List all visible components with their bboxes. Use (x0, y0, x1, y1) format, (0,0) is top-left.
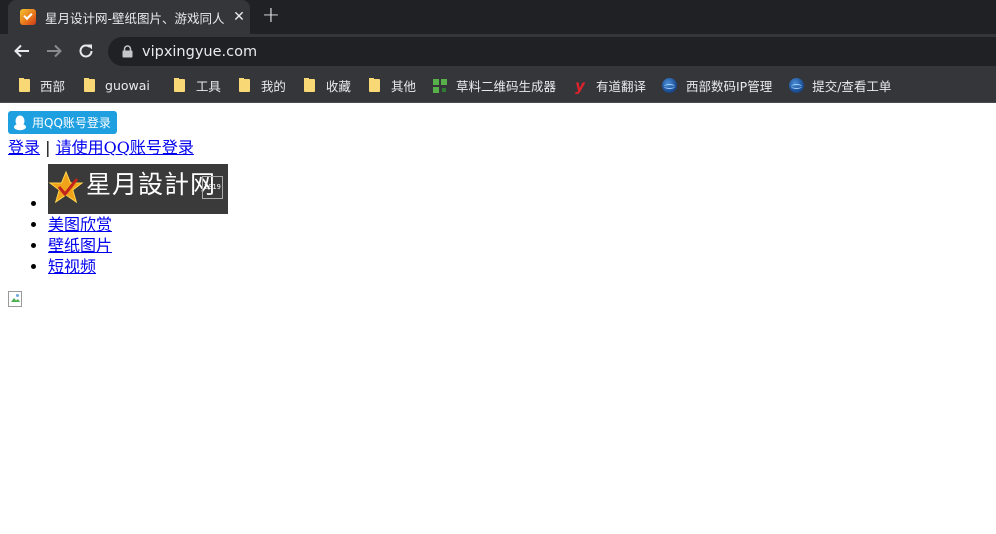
bookmark-label: 西部数码IP管理 (685, 79, 773, 94)
bookmarks-bar: 西部 guowai 工具 我的 收藏 其他 草料二维码生成器 y 有道翻译 西部… (0, 69, 996, 103)
bookmark-west-ip-manage[interactable]: 西部数码IP管理 (654, 73, 780, 99)
bookmark-label: 工具 (195, 79, 221, 94)
bookmark-folder-xibu[interactable]: 西部 (8, 73, 73, 99)
main-menu: 星月設計网 2019 美图欣赏 壁纸图片 短视频 (8, 163, 988, 277)
star-logo-icon (48, 170, 84, 203)
menu-link-wallpaper[interactable]: 壁纸图片 (48, 236, 112, 255)
folder-icon (367, 78, 383, 94)
close-tab-icon[interactable]: ✕ (231, 9, 247, 25)
site-logo[interactable]: 星月設計网 2019 (48, 163, 228, 214)
bookmark-ticket[interactable]: 提交/查看工单 (780, 73, 899, 99)
menu-item-logo: 星月設計网 2019 (48, 163, 988, 214)
bookmark-label: 西部 (40, 79, 66, 94)
login-link[interactable]: 登录 (8, 138, 40, 157)
bookmark-folder-favorites[interactable]: 收藏 (294, 73, 359, 99)
bookmark-folder-guowai[interactable]: guowai (73, 73, 158, 99)
tab-strip: 星月设计网-壁纸图片、游戏同人 ✕ + (0, 0, 996, 34)
lock-icon[interactable] (120, 45, 134, 59)
menu-link-short-video[interactable]: 短视频 (48, 257, 96, 276)
link-separator: | (45, 137, 51, 157)
forward-button[interactable] (42, 39, 66, 63)
globe-icon (662, 78, 678, 94)
active-tab[interactable]: 星月设计网-壁纸图片、游戏同人 ✕ (8, 0, 250, 34)
reload-icon (79, 44, 93, 58)
folder-icon (81, 78, 97, 94)
arrow-left-icon (14, 44, 29, 58)
back-button[interactable] (10, 39, 34, 63)
bookmark-folder-tools[interactable]: 工具 (164, 73, 229, 99)
qq-login-button-label: 用QQ账号登录 (32, 116, 111, 130)
new-tab-button[interactable]: + (259, 3, 283, 31)
bookmark-label: 提交/查看工单 (812, 79, 892, 94)
address-bar[interactable]: vipxingyue.com (108, 37, 996, 66)
globe-icon (788, 78, 804, 94)
bookmark-label: 我的 (260, 79, 286, 94)
url-text[interactable]: vipxingyue.com (142, 44, 257, 60)
qq-penguin-icon (12, 115, 28, 131)
menu-link-gallery[interactable]: 美图欣赏 (48, 215, 112, 234)
reload-button[interactable] (74, 39, 98, 63)
arrow-right-icon (47, 44, 62, 58)
logo-text: 星月設計网 (86, 169, 217, 199)
bookmark-label: 其他 (390, 79, 416, 94)
logo-year: 2019 (202, 175, 223, 199)
qr-code-icon (432, 78, 448, 94)
menu-item-gallery: 美图欣赏 (48, 214, 988, 235)
bookmark-qr-generator[interactable]: 草料二维码生成器 (424, 73, 564, 99)
broken-image-icon (8, 290, 24, 307)
bookmark-label: 草料二维码生成器 (455, 79, 556, 94)
menu-item-wallpaper: 壁纸图片 (48, 235, 988, 256)
bookmark-folder-mine[interactable]: 我的 (229, 73, 294, 99)
page-content: 用QQ账号登录 登录 | 请使用QQ账号登录 星月設計网 2019 美图欣赏 壁… (0, 103, 996, 315)
bookmark-youdao-translate[interactable]: y 有道翻译 (564, 73, 654, 99)
menu-item-short-video: 短视频 (48, 256, 988, 277)
folder-icon (172, 78, 188, 94)
site-favicon-icon (20, 9, 36, 25)
bookmark-label: guowai (105, 78, 150, 93)
bookmark-label: 有道翻译 (595, 79, 646, 94)
qq-login-button[interactable]: 用QQ账号登录 (8, 111, 117, 134)
bookmark-folder-other[interactable]: 其他 (359, 73, 424, 99)
login-links: 登录 | 请使用QQ账号登录 (8, 137, 988, 158)
tab-title: 星月设计网-壁纸图片、游戏同人 (45, 10, 225, 26)
bookmark-label: 收藏 (325, 79, 351, 94)
folder-icon (302, 78, 318, 94)
folder-icon (237, 78, 253, 94)
browser-toolbar: vipxingyue.com (0, 34, 996, 69)
qq-account-login-link[interactable]: 请使用QQ账号登录 (56, 138, 194, 157)
folder-icon (16, 78, 32, 94)
youdao-icon: y (575, 76, 585, 95)
